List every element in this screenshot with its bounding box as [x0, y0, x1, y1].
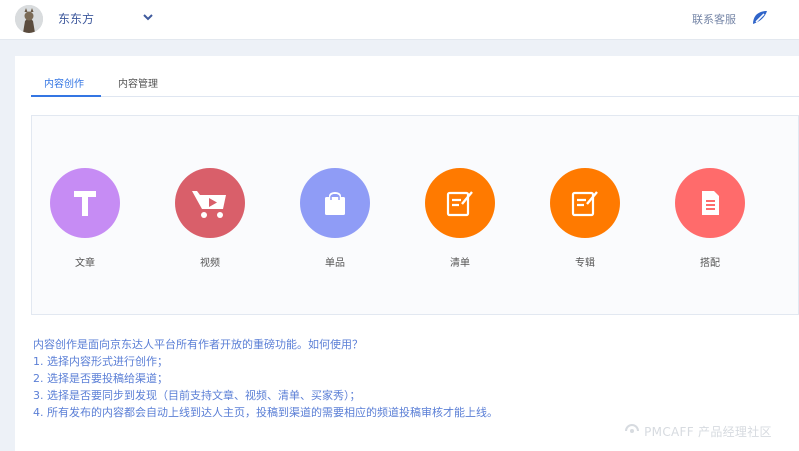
create-product-option[interactable]: 单品 — [299, 168, 371, 269]
create-item-label: 清单 — [450, 258, 470, 269]
create-item-label: 单品 — [325, 258, 345, 269]
edit-album-icon — [550, 168, 620, 238]
create-article-option[interactable]: 文章 — [49, 168, 121, 269]
description-line: 内容创作是面向京东达人平台所有作者开放的重磅功能。如何使用？ — [33, 338, 363, 351]
description-line: 4. 所有发布的内容都会自动上线到达人主页，投稿到渠道的需要相应的频道投稿审核才… — [33, 406, 498, 419]
create-video-option[interactable]: 视频 — [174, 168, 246, 269]
text-T-icon — [50, 168, 120, 238]
watermark: PMCAFF 产品经理社区 — [624, 423, 772, 440]
content-panel: 内容创作 内容管理 文章 视频 单品 清单 专辑 搭配 内容创作是面向京东达人平… — [15, 56, 799, 451]
description-line: 1. 选择内容形式进行创作； — [33, 355, 168, 368]
create-list-option[interactable]: 清单 — [424, 168, 496, 269]
create-item-label: 搭配 — [700, 258, 720, 269]
active-tab-indicator — [31, 95, 101, 97]
service-logo-icon[interactable] — [750, 8, 770, 28]
avatar-image — [15, 5, 43, 33]
avatar[interactable] — [15, 5, 43, 33]
create-outfit-option[interactable]: 搭配 — [674, 168, 746, 269]
create-album-option[interactable]: 专辑 — [549, 168, 621, 269]
edit-list-icon — [425, 168, 495, 238]
usage-description: 内容创作是面向京东达人平台所有作者开放的重磅功能。如何使用？ 1. 选择内容形式… — [33, 336, 793, 421]
description-line: 3. 选择是否要同步到发现（目前支持文章、视频、清单、买家秀）； — [33, 389, 361, 402]
create-item-label: 视频 — [200, 258, 220, 269]
description-line: 2. 选择是否要投稿给渠道； — [33, 372, 168, 385]
watermark-logo-icon — [625, 424, 639, 433]
create-item-label: 专辑 — [575, 258, 595, 269]
document-icon — [675, 168, 745, 238]
tab-content-create[interactable]: 内容创作 — [44, 75, 84, 90]
top-header: 东东方 联系客服 — [0, 0, 799, 40]
chevron-down-icon[interactable] — [140, 9, 156, 25]
tab-content-manage[interactable]: 内容管理 — [118, 75, 158, 90]
tab-bar: 内容创作 内容管理 — [31, 68, 799, 97]
contact-service-link[interactable]: 联系客服 — [692, 11, 736, 27]
create-item-label: 文章 — [75, 258, 95, 269]
video-cart-icon — [175, 168, 245, 238]
shopping-bag-icon — [300, 168, 370, 238]
username[interactable]: 东东方 — [58, 10, 94, 27]
create-options-box: 文章 视频 单品 清单 专辑 搭配 — [31, 115, 799, 315]
watermark-text: PMCAFF 产品经理社区 — [644, 425, 772, 439]
